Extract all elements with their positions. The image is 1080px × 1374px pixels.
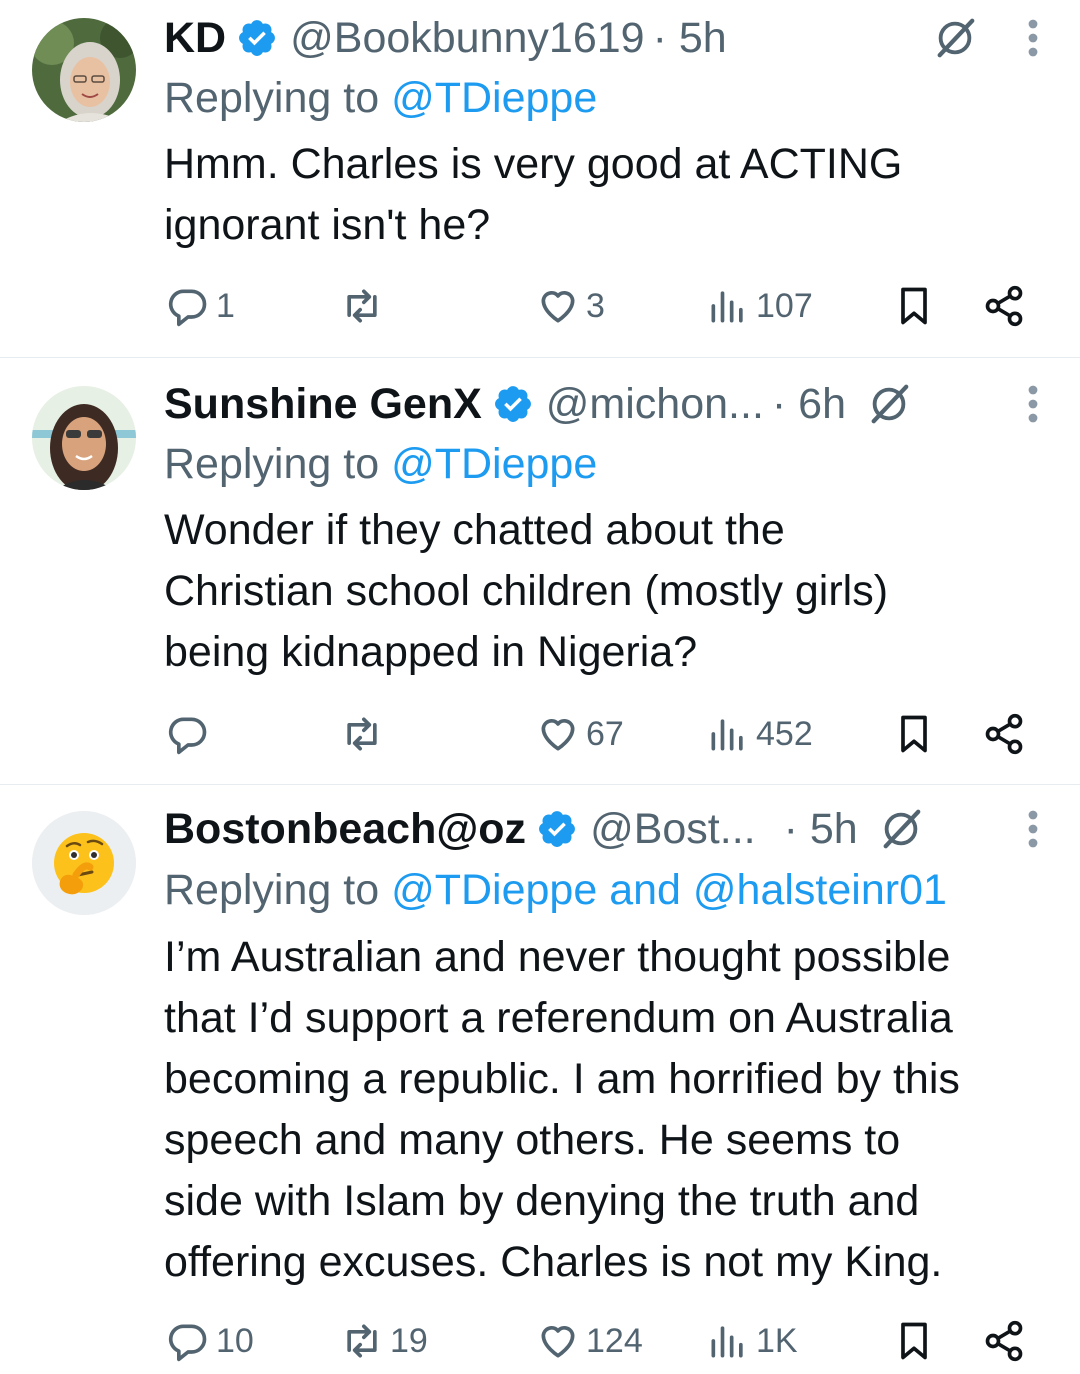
share-button[interactable] <box>982 1311 1026 1371</box>
like-count: 124 <box>586 1321 643 1360</box>
repost-button[interactable] <box>340 276 390 336</box>
replying-prefix: Replying to <box>164 866 392 914</box>
author-name[interactable]: KD <box>164 8 226 68</box>
tweet-text-line: I’m Australian and never thought possibl… <box>164 933 951 981</box>
tweet-text-line: being kidnapped in Nigeria? <box>164 628 698 676</box>
bookmark-button[interactable] <box>892 276 936 336</box>
share-icon <box>985 1320 1023 1362</box>
views-icon <box>711 291 743 323</box>
thinking-face-emoji-icon <box>32 811 136 915</box>
repost-button[interactable]: 19 <box>340 1311 428 1371</box>
replying-to-link[interactable]: @TDieppe <box>391 74 597 122</box>
tweet-text-line: ignorant isn't he? <box>164 201 491 249</box>
share-button[interactable] <box>982 276 1026 336</box>
tweet-text-line: Hmm. Charles is very good at ACTING <box>164 140 903 188</box>
grok-icon[interactable] <box>866 381 912 427</box>
action-bar: 10 19 124 1K <box>164 1311 1034 1371</box>
like-count: 3 <box>586 286 605 325</box>
heart-icon <box>541 719 575 751</box>
tweet-text-line: becoming a republic. I am horrified by t… <box>164 1055 960 1103</box>
author-name[interactable]: Sunshine GenX <box>164 374 482 434</box>
views-count: 1K <box>756 1321 798 1360</box>
like-button[interactable]: 67 <box>536 704 624 764</box>
author-name[interactable]: Bostonbeach@oz <box>164 799 526 859</box>
tweet-text: Hmm. Charles is very good at ACTING igno… <box>164 134 1050 256</box>
bookmark-button[interactable] <box>892 1311 936 1371</box>
timestamp[interactable]: · 5h <box>784 799 858 859</box>
tweet-2[interactable]: Sunshine GenX @michon... · 6h Replying t… <box>0 358 1080 784</box>
tweet-text-line: speech and many others. He seems to <box>164 1116 901 1164</box>
reply-count: 10 <box>216 1321 254 1360</box>
grok-icon[interactable] <box>878 806 924 852</box>
tweet-text-line: side with Islam by denying the truth and <box>164 1177 920 1225</box>
tweet-3[interactable]: Bostonbeach@oz @Bost... · 5h Replying to… <box>0 785 1080 1374</box>
repost-count: 19 <box>390 1321 428 1360</box>
timestamp[interactable]: · 6h <box>772 374 846 434</box>
avatar[interactable] <box>32 811 136 915</box>
repost-icon <box>347 289 377 323</box>
tweet-text: Wonder if they chatted about the Christi… <box>164 500 1050 683</box>
bookmark-icon <box>901 287 927 325</box>
tweet-text-line: that I’d support a referendum on Austral… <box>164 994 953 1042</box>
views-count: 107 <box>756 286 813 325</box>
avatar[interactable] <box>32 18 136 122</box>
action-bar: 67 452 <box>164 704 1034 764</box>
repost-button[interactable] <box>340 704 390 764</box>
views-button[interactable]: 452 <box>706 704 813 764</box>
views-button[interactable]: 107 <box>706 276 813 336</box>
views-count: 452 <box>756 714 813 753</box>
repost-icon <box>347 1324 377 1358</box>
reply-button[interactable]: 1 <box>166 276 235 336</box>
tweet-1[interactable]: KD @Bookbunny1619 · 5h Replying to @TDie… <box>0 0 1080 356</box>
tweet-text-line: offering excuses. Charles is not my King… <box>164 1238 943 1286</box>
like-button[interactable]: 124 <box>536 1311 643 1371</box>
bookmark-icon <box>901 1322 927 1360</box>
replying-to-link[interactable]: @TDieppe <box>391 440 597 488</box>
replying-to: Replying to @TDieppe and @halsteinr01 <box>164 860 947 920</box>
action-bar: 1 3 107 <box>164 276 1034 336</box>
heart-icon <box>541 1326 575 1358</box>
tweet-text-line: Wonder if they chatted about the <box>164 506 785 554</box>
author-handle[interactable]: @Bookbunny1619 <box>290 8 644 68</box>
share-icon <box>985 713 1023 755</box>
verified-badge-icon <box>539 811 575 847</box>
author-handle[interactable]: @Bost... <box>590 799 756 859</box>
replying-to-link[interactable]: @TDieppe and @halsteinr01 <box>391 866 947 914</box>
tweet-text: I’m Australian and never thought possibl… <box>164 927 1050 1293</box>
verified-badge-icon <box>494 386 531 422</box>
reply-icon <box>168 1324 207 1362</box>
more-vertical-icon[interactable] <box>1026 18 1040 58</box>
replying-to: Replying to @TDieppe <box>164 68 597 128</box>
replying-prefix: Replying to <box>164 74 392 122</box>
reply-icon <box>168 289 207 327</box>
timestamp[interactable]: · 5h <box>653 8 727 68</box>
repost-icon <box>347 717 377 751</box>
tweet-text-line: Christian school children (mostly girls) <box>164 567 889 615</box>
replying-to: Replying to @TDieppe <box>164 434 597 494</box>
bookmark-icon <box>901 715 927 753</box>
reply-button[interactable]: 10 <box>166 1311 254 1371</box>
like-button[interactable]: 3 <box>536 276 605 336</box>
views-icon <box>711 719 743 751</box>
views-button[interactable]: 1K <box>706 1311 798 1371</box>
reply-button[interactable] <box>166 704 216 764</box>
views-icon <box>711 1326 743 1358</box>
reply-count: 1 <box>216 286 235 325</box>
share-button[interactable] <box>982 704 1026 764</box>
avatar[interactable] <box>32 386 136 490</box>
replying-prefix: Replying to <box>164 440 392 488</box>
bookmark-button[interactable] <box>892 704 936 764</box>
share-icon <box>985 285 1023 327</box>
grok-icon[interactable] <box>932 15 978 61</box>
like-count: 67 <box>586 714 624 753</box>
more-vertical-icon[interactable] <box>1026 809 1040 849</box>
reply-icon <box>168 717 207 755</box>
verified-badge-icon <box>239 20 276 56</box>
more-vertical-icon[interactable] <box>1026 384 1040 424</box>
author-handle[interactable]: @michon... <box>546 374 764 434</box>
heart-icon <box>541 291 575 323</box>
